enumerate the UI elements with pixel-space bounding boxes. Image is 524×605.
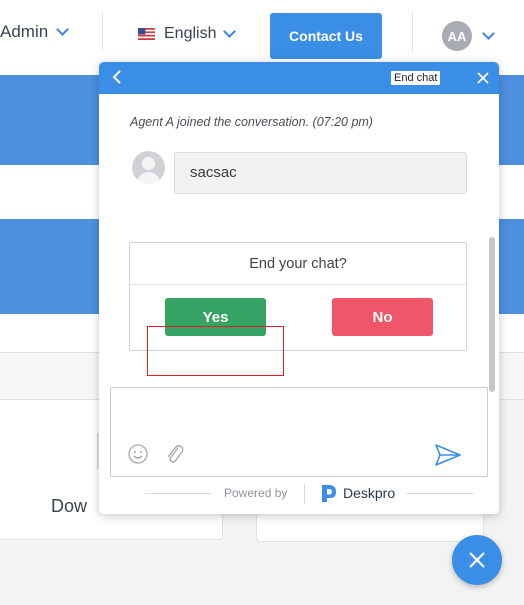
close-icon — [477, 72, 489, 84]
attach-button[interactable] — [163, 442, 185, 466]
chevron-down-icon — [56, 23, 70, 36]
chevron-left-icon — [112, 70, 121, 84]
message-composer — [110, 387, 488, 477]
back-button[interactable] — [107, 67, 127, 89]
system-message: Agent A joined the conversation. (07:20 … — [130, 115, 373, 129]
user-message: sacsac — [174, 152, 467, 194]
language-selector[interactable]: English — [138, 25, 237, 43]
avatar: AA — [442, 21, 472, 51]
powered-by-label: Powered by — [224, 486, 288, 500]
nav-divider — [412, 12, 413, 52]
user-menu[interactable]: AA — [442, 21, 495, 51]
us-flag-icon — [138, 28, 155, 40]
paperclip-icon — [167, 445, 184, 463]
send-button[interactable] — [434, 442, 462, 468]
deskpro-logo[interactable]: Deskpro — [321, 483, 395, 503]
deskpro-logo-icon — [322, 485, 336, 502]
close-icon — [469, 552, 485, 568]
card-label: Dow — [51, 496, 88, 516]
smiley-icon — [128, 444, 148, 464]
admin-menu[interactable]: Admin — [0, 22, 70, 42]
chevron-down-icon — [482, 27, 495, 40]
confirm-title: End your chat? — [130, 243, 466, 285]
chat-header: End chat — [99, 62, 499, 94]
contact-us-button[interactable]: Contact Us — [270, 13, 382, 59]
chevron-down-icon — [223, 25, 237, 38]
user-avatar — [132, 151, 165, 184]
chat-widget: End chat Agent A joined the conversation… — [99, 62, 499, 514]
no-button[interactable]: No — [332, 298, 433, 336]
chat-toggle-button[interactable] — [452, 535, 502, 585]
send-icon — [435, 444, 461, 466]
emoji-button[interactable] — [127, 443, 149, 465]
language-label: English — [164, 25, 217, 42]
brand-name: Deskpro — [343, 485, 396, 501]
powered-by-footer: Powered by Deskpro — [99, 482, 499, 508]
nav-divider — [102, 12, 103, 52]
message-input[interactable] — [112, 389, 486, 435]
scrollbar[interactable] — [489, 237, 495, 392]
yes-button-highlight — [147, 326, 284, 376]
person-icon — [142, 157, 155, 170]
admin-label: Admin — [0, 22, 49, 41]
close-button[interactable] — [472, 67, 494, 89]
end-chat-button[interactable]: End chat — [391, 71, 441, 85]
